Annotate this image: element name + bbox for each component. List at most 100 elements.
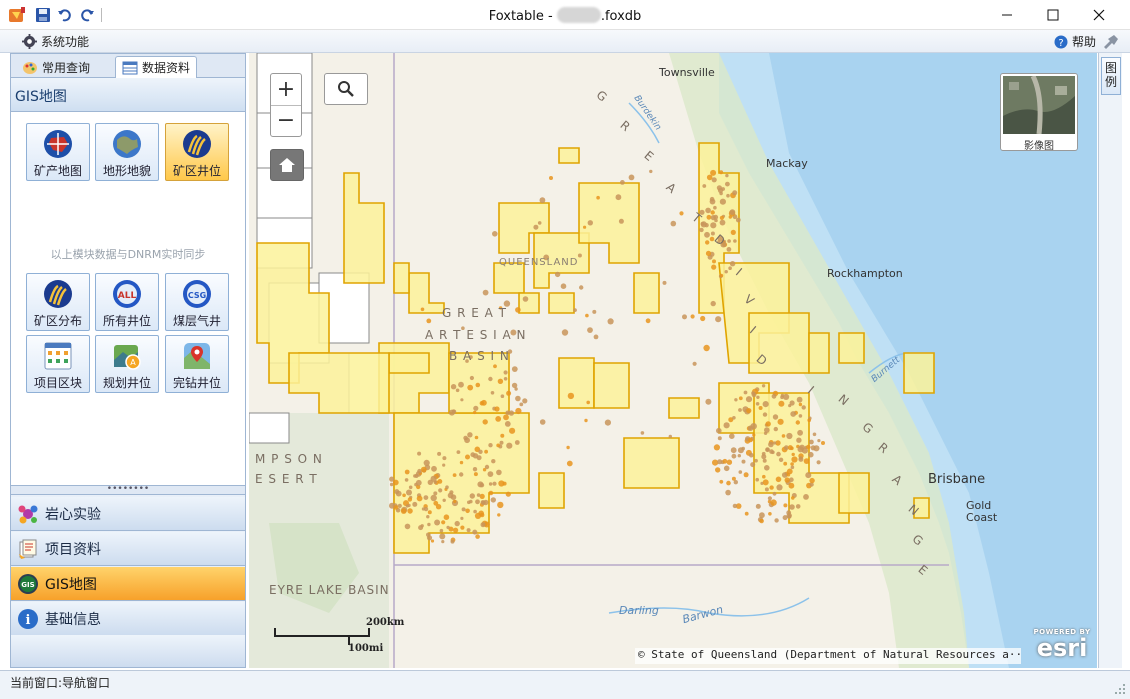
well-marker[interactable] [585, 313, 589, 318]
well-marker[interactable] [472, 467, 478, 472]
well-marker[interactable] [404, 478, 409, 482]
well-marker[interactable] [404, 469, 410, 475]
well-marker[interactable] [490, 497, 496, 503]
well-marker[interactable] [704, 231, 710, 238]
well-marker[interactable] [472, 529, 478, 535]
well-marker[interactable] [706, 214, 712, 220]
tile-all-wells[interactable]: ALL 所有井位 [95, 273, 159, 331]
well-marker[interactable] [416, 495, 423, 502]
well-marker[interactable] [690, 314, 695, 319]
well-marker[interactable] [798, 414, 803, 418]
well-marker[interactable] [430, 539, 435, 543]
well-marker[interactable] [808, 451, 814, 458]
well-marker[interactable] [514, 387, 518, 391]
well-marker[interactable] [734, 398, 738, 402]
tile-csg-wells[interactable]: CSG 煤层气井 [165, 273, 229, 331]
well-marker[interactable] [509, 427, 516, 434]
well-marker[interactable] [488, 443, 493, 448]
well-marker[interactable] [725, 173, 729, 178]
well-marker[interactable] [803, 494, 809, 500]
well-marker[interactable] [670, 220, 677, 227]
home-button[interactable] [270, 149, 304, 181]
well-marker[interactable] [756, 395, 760, 399]
well-marker[interactable] [798, 402, 803, 407]
well-marker[interactable] [404, 523, 411, 530]
well-marker[interactable] [593, 334, 599, 340]
well-marker[interactable] [737, 447, 744, 454]
well-marker[interactable] [731, 453, 737, 459]
well-marker[interactable] [719, 198, 726, 205]
tile-completed-wells[interactable]: 完钻井位 [165, 335, 229, 393]
well-marker[interactable] [420, 466, 427, 473]
well-marker[interactable] [719, 219, 726, 226]
well-marker[interactable] [496, 469, 502, 476]
well-marker[interactable] [479, 493, 485, 499]
well-marker[interactable] [755, 402, 760, 406]
well-marker[interactable] [406, 489, 412, 496]
well-marker[interactable] [418, 525, 424, 531]
well-marker[interactable] [722, 458, 728, 464]
esri-logo[interactable]: POWERED BY esri [1031, 628, 1093, 664]
well-marker[interactable] [730, 447, 737, 454]
well-marker[interactable] [816, 460, 821, 465]
well-marker[interactable] [566, 445, 570, 450]
well-marker[interactable] [577, 253, 582, 258]
well-marker[interactable] [768, 441, 774, 448]
well-marker[interactable] [442, 456, 447, 461]
well-marker[interactable] [745, 396, 753, 403]
well-marker[interactable] [459, 472, 464, 477]
well-marker[interactable] [705, 240, 710, 245]
well-marker[interactable] [772, 414, 779, 420]
well-marker[interactable] [774, 518, 779, 523]
well-marker[interactable] [738, 396, 743, 401]
close-button[interactable] [1076, 0, 1122, 30]
well-marker[interactable] [692, 361, 697, 366]
well-marker[interactable] [732, 190, 738, 196]
well-marker[interactable] [750, 462, 756, 468]
well-marker[interactable] [511, 382, 518, 389]
well-marker[interactable] [592, 309, 597, 314]
well-marker[interactable] [607, 318, 614, 325]
well-marker[interactable] [791, 452, 795, 457]
well-marker[interactable] [786, 512, 792, 519]
well-marker[interactable] [700, 315, 706, 322]
well-marker[interactable] [453, 499, 457, 504]
well-marker[interactable] [723, 422, 730, 429]
well-marker[interactable] [743, 390, 748, 395]
well-marker[interactable] [738, 408, 742, 412]
well-marker[interactable] [442, 463, 446, 467]
well-marker[interactable] [786, 472, 791, 477]
well-marker[interactable] [413, 474, 417, 478]
well-marker[interactable] [427, 510, 432, 515]
well-marker[interactable] [412, 501, 418, 507]
well-marker[interactable] [764, 487, 769, 492]
tab-common-query[interactable]: 常用查询 [15, 56, 97, 78]
well-marker[interactable] [729, 433, 735, 440]
well-marker[interactable] [682, 314, 687, 320]
well-marker[interactable] [769, 485, 774, 490]
well-marker[interactable] [724, 270, 728, 274]
well-marker[interactable] [781, 434, 786, 438]
well-marker[interactable] [407, 497, 413, 502]
well-marker[interactable] [733, 480, 738, 485]
well-marker[interactable] [727, 239, 731, 243]
well-marker[interactable] [441, 540, 445, 544]
well-marker[interactable] [806, 444, 811, 450]
well-marker[interactable] [762, 401, 769, 408]
well-marker[interactable] [732, 503, 738, 509]
well-marker[interactable] [458, 381, 464, 388]
resize-grip-icon[interactable] [1114, 683, 1126, 698]
well-marker[interactable] [809, 439, 814, 445]
well-marker[interactable] [780, 393, 785, 398]
nav-basic-info[interactable]: i 基础信息 [11, 602, 245, 636]
well-marker[interactable] [477, 481, 484, 488]
well-marker[interactable] [452, 473, 457, 477]
well-marker[interactable] [735, 217, 741, 223]
well-marker[interactable] [615, 194, 622, 201]
well-marker[interactable] [772, 491, 777, 496]
well-marker[interactable] [499, 440, 504, 445]
well-marker[interactable] [453, 527, 459, 533]
well-marker[interactable] [723, 465, 730, 472]
well-marker[interactable] [573, 308, 577, 312]
well-marker[interactable] [430, 475, 437, 482]
